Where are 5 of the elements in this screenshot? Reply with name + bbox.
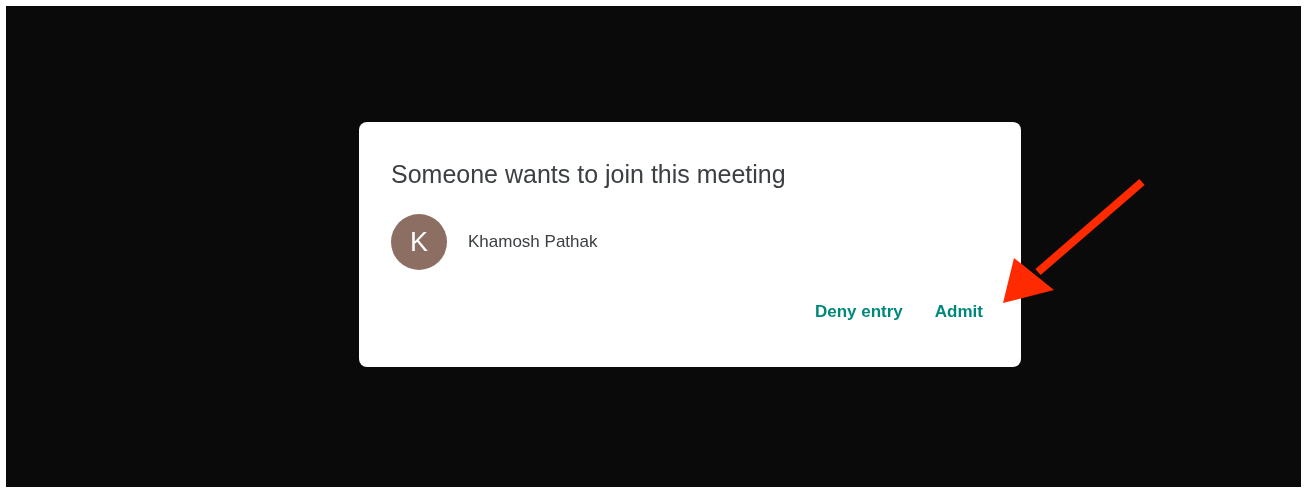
admit-button[interactable]: Admit [926,296,991,328]
deny-button[interactable]: Deny entry [806,296,911,328]
dialog-title: Someone wants to join this meeting [391,160,786,189]
requester-name: Khamosh Pathak [468,232,598,252]
avatar: K [391,214,447,270]
